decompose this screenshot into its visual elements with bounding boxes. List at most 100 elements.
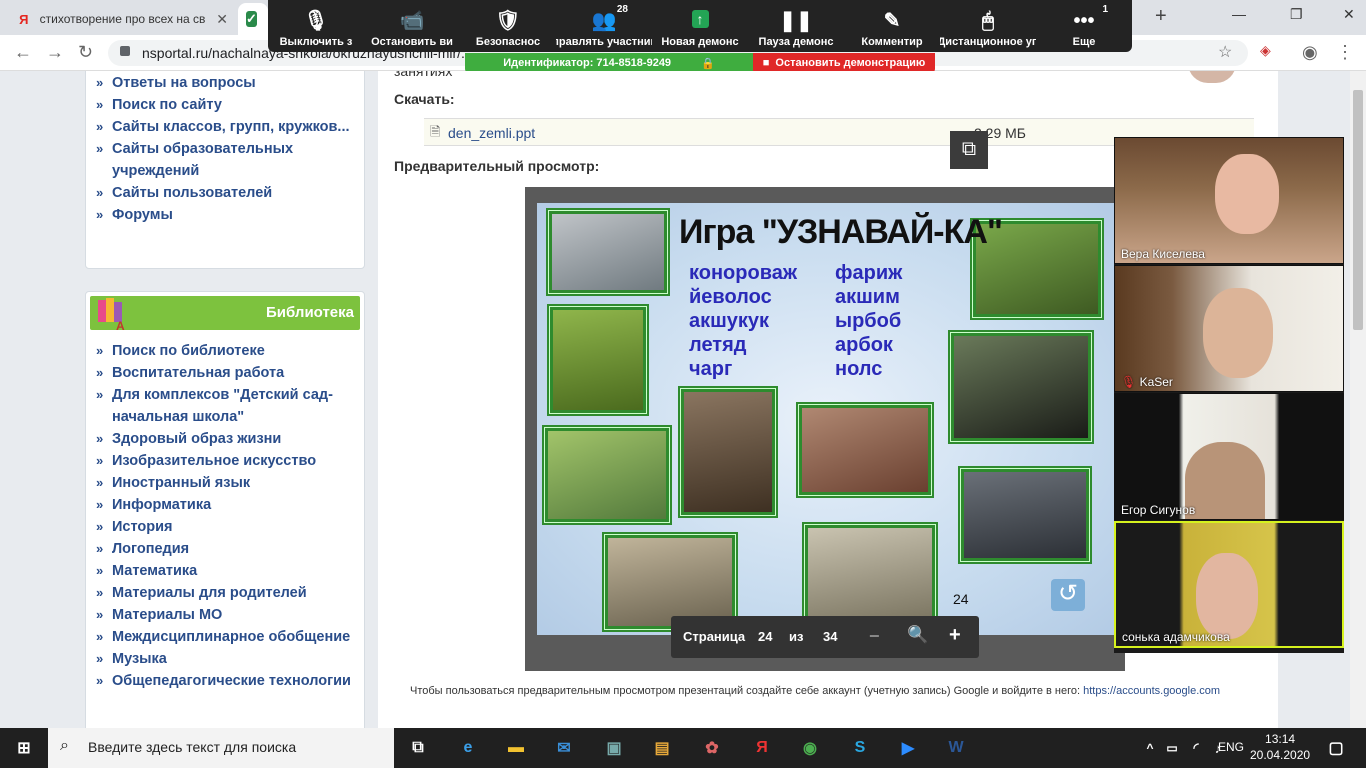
check-icon: ✓ — [246, 11, 257, 27]
return-arrow-icon[interactable]: ↺ — [1051, 579, 1085, 611]
file-explorer-icon[interactable]: ▬ — [504, 736, 528, 760]
remote-control-button[interactable]: 🖱 Дистанционное уп — [940, 0, 1036, 52]
sidebar-link[interactable]: Сайты классов, групп, кружков... — [96, 116, 360, 138]
slide-word: чарг — [689, 358, 733, 380]
star-icon[interactable]: ☆ — [1218, 42, 1232, 62]
sidebar-link[interactable]: Иностранный язык — [96, 472, 360, 494]
sidebar-link[interactable]: Форумы — [96, 204, 360, 226]
paint-icon[interactable]: ✿ — [700, 736, 724, 760]
sidebar-link[interactable]: Материалы для родителей — [96, 582, 360, 604]
stop-share-button[interactable]: ■ Остановить демонстрацию — [753, 53, 935, 73]
clock[interactable]: 13:14 20.04.2020 — [1250, 731, 1310, 763]
word-icon[interactable]: W — [944, 736, 968, 760]
cuckoo-picture — [545, 428, 669, 522]
sidebar-link[interactable]: Общепедагогические технологии — [96, 670, 360, 692]
sidebar-link[interactable]: Сайты образовательных учреждений — [96, 138, 360, 182]
scrollbar-thumb[interactable] — [1353, 90, 1363, 330]
current-page[interactable]: 24 — [758, 629, 772, 644]
tray-chevron-icon[interactable]: ^ — [1138, 736, 1162, 760]
sidebar-link[interactable]: Ответы на вопросы — [96, 72, 360, 94]
participant-tile[interactable]: Вера Киселева — [1114, 137, 1344, 264]
sidebar-link[interactable]: Информатика — [96, 494, 360, 516]
mail-icon[interactable]: ✉ — [552, 736, 576, 760]
forward-icon[interactable]: → — [46, 42, 64, 63]
sidebar-link[interactable]: Для комплексов "Детский сад-начальная шк… — [96, 384, 360, 428]
participants-icon: 👥 — [591, 10, 617, 32]
notifications-icon[interactable]: ▢ — [1324, 736, 1348, 760]
file-link[interactable]: den_zemli.ppt — [448, 125, 535, 141]
store-icon[interactable]: ▤ — [650, 736, 674, 760]
magnifier-icon[interactable]: 🔍 — [907, 625, 928, 645]
more-button[interactable]: 1 ••• Еще — [1036, 0, 1132, 52]
annotate-button[interactable]: ✎ Комментир — [844, 0, 940, 52]
participant-tile-speaking[interactable]: сонька адамчикова — [1114, 521, 1344, 648]
bear-picture — [951, 333, 1091, 441]
google-accounts-link[interactable]: https://accounts.google.com — [1083, 685, 1220, 697]
tab-yandex-search[interactable]: Я стихотворение про всех на св ✕ — [8, 3, 236, 35]
minimize-button[interactable]: — — [1232, 6, 1246, 22]
wifi-icon[interactable]: ◜ — [1184, 736, 1208, 760]
author-avatar — [1188, 71, 1236, 83]
tab-active[interactable]: ✓ — [238, 3, 268, 35]
sidebar-link[interactable]: Математика — [96, 560, 360, 582]
pause-share-button[interactable]: ❚❚ Пауза демонс — [748, 0, 844, 52]
language-indicator[interactable]: ENG — [1218, 740, 1244, 754]
maximize-button[interactable]: ❐ — [1290, 6, 1303, 23]
profile-icon[interactable]: ◉ — [1302, 42, 1318, 63]
more-dots-icon: ••• — [1073, 10, 1095, 32]
zoom-out-icon[interactable]: − — [869, 626, 880, 647]
security-button[interactable]: 🛡 Безопаснос — [460, 0, 556, 52]
participant-name-row: 🎙 KaSer — [1121, 375, 1173, 389]
skype-icon[interactable]: S — [848, 736, 872, 760]
sidebar-link[interactable]: Поиск по сайту — [96, 94, 360, 116]
close-window-button[interactable]: ✕ — [1343, 6, 1355, 23]
library-list: Поиск по библиотекеВоспитательная работа… — [86, 340, 364, 692]
participant-tile[interactable]: Егор Сигунов — [1114, 393, 1344, 520]
edge-icon[interactable]: e — [456, 736, 480, 760]
mute-button[interactable]: 🎙 Выключить з — [268, 0, 364, 52]
new-share-button[interactable]: ↑ Новая демонс — [652, 0, 748, 52]
sidebar-link[interactable]: Воспитательная работа — [96, 362, 360, 384]
task-view-icon[interactable]: ⧉ — [406, 736, 430, 760]
slide-word: акшукук — [689, 310, 770, 332]
pencil-icon: ✎ — [883, 10, 901, 32]
participant-tile[interactable]: 🎙 KaSer — [1114, 265, 1344, 392]
stop-video-button[interactable]: 📹 Остановить ви — [364, 0, 460, 52]
sidebar-link[interactable]: Материалы МО — [96, 604, 360, 626]
slide-word: фариж — [835, 262, 903, 284]
slide: Игра "УЗНАВАЙ-КА" конороваж йеволос акшуку… — [537, 203, 1115, 635]
file-icon: 🗎 — [430, 124, 441, 139]
close-icon[interactable]: ✕ — [216, 11, 228, 28]
zoom-app-icon[interactable]: ▶ — [896, 736, 920, 760]
windows-start-icon[interactable]: ⊞ — [12, 736, 36, 760]
sidebar-link[interactable]: История — [96, 516, 360, 538]
reload-icon[interactable]: ↻ — [78, 42, 93, 63]
beaver-picture — [961, 469, 1089, 561]
new-tab-button[interactable]: + — [1155, 5, 1167, 28]
sidebar-link[interactable]: Изобразительное искусство — [96, 450, 360, 472]
sidebar-link[interactable]: Здоровый образ жизни — [96, 428, 360, 450]
sidebar-link[interactable]: Музыка — [96, 648, 360, 670]
page-navigator: Страница 24 из 34 − 🔍 + — [671, 616, 979, 658]
presentation-preview[interactable]: Игра "УЗНАВАЙ-КА" конороваж йеволос акшуку… — [525, 187, 1125, 671]
manage-participants-button[interactable]: 28👥 Управлять участника — [556, 0, 652, 52]
share-arrow-icon: ↑ — [691, 10, 709, 28]
meeting-id-pill[interactable]: Идентификатор: 714-8518-9249 🔒 — [465, 53, 753, 73]
chrome-icon[interactable]: ◉ — [798, 736, 822, 760]
network-icon[interactable]: ▭ — [1160, 736, 1184, 760]
extension-icon[interactable]: ◈ — [1260, 42, 1271, 59]
sidebar-link[interactable]: Поиск по библиотеке — [96, 340, 360, 362]
button-label: Выключить з — [279, 36, 353, 48]
open-new-window-icon[interactable]: ⧉ — [950, 131, 988, 169]
zoom-in-icon[interactable]: + — [949, 624, 961, 647]
button-label: Новая демонс — [661, 36, 739, 48]
sidebar-link[interactable]: Междисциплинарное обобщение — [96, 626, 360, 648]
taskbar-search[interactable]: ⌕ Введите здесь текст для поиска — [48, 728, 394, 768]
yandex-browser-icon[interactable]: Я — [750, 736, 774, 760]
back-icon[interactable]: ← — [14, 42, 32, 63]
clock-date: 20.04.2020 — [1250, 748, 1311, 762]
sidebar-link[interactable]: Сайты пользователей — [96, 182, 360, 204]
menu-icon[interactable]: ⋮ — [1336, 42, 1354, 63]
app-icon[interactable]: ▣ — [602, 736, 626, 760]
sidebar-link[interactable]: Логопедия — [96, 538, 360, 560]
